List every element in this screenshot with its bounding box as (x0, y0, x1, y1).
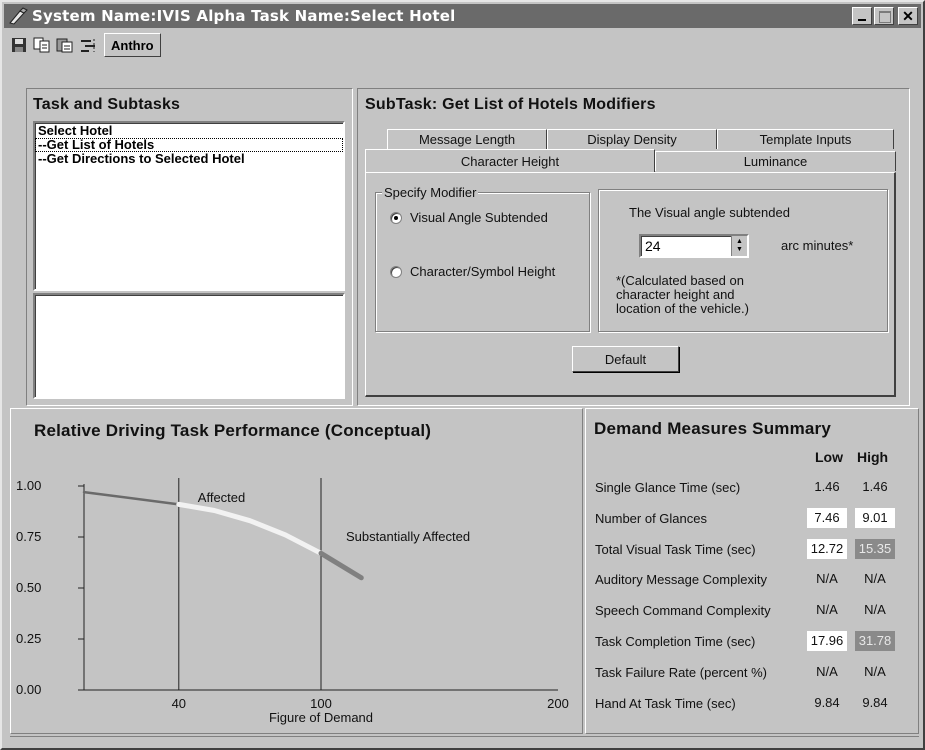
app-icon (9, 7, 28, 25)
option-visual-angle[interactable]: Visual Angle Subtended (390, 210, 548, 225)
tasks-panel-title: Task and Subtasks (33, 96, 181, 113)
summary-low-value: N/A (816, 663, 838, 679)
summary-row-label: Single Glance Time (sec) (595, 480, 741, 495)
chart-title: Relative Driving Task Performance (Conce… (34, 421, 432, 440)
summary-row-label: Hand At Task Time (sec) (595, 695, 736, 711)
tab-message-length[interactable]: Message Length (387, 129, 547, 149)
task-item-select-hotel[interactable]: Select Hotel (35, 124, 343, 138)
copy-icon[interactable] (31, 34, 53, 56)
spinner-arrows-icon[interactable]: ▲ ▼ (731, 236, 747, 256)
option-visual-angle-label: Visual Angle Subtended (410, 210, 548, 225)
summary-low-value: 7.46 (807, 507, 847, 528)
summary-high-value: N/A (864, 602, 886, 618)
unit-label: arc minutes* (781, 238, 854, 253)
y-tick-label: 0.00 (16, 682, 41, 697)
specify-modifier-legend: Specify Modifier (382, 185, 479, 200)
default-button[interactable]: Default (572, 346, 679, 372)
tab-template-inputs-label: Template Inputs (759, 132, 852, 147)
summary-low-value: 12.72 (807, 538, 847, 559)
y-tick-label: 0.25 (16, 631, 41, 646)
summary-low-value: N/A (816, 571, 838, 587)
tab-message-length-label: Message Length (418, 132, 516, 147)
y-tick-label: 1.00 (16, 478, 41, 493)
column-header-high: High (857, 449, 889, 465)
summary-high-value: 9.01 (855, 507, 895, 528)
window-title: System Name:IVIS Alpha Task Name:Select … (32, 7, 456, 25)
region-label-affected: Affected (198, 490, 245, 505)
radio-char-height[interactable] (390, 265, 402, 278)
task-item-get-directions[interactable]: --Get Directions to Selected Hotel (35, 152, 343, 166)
minimize-button[interactable] (852, 7, 872, 25)
summary-row-label: Total Visual Task Time (sec) (595, 541, 756, 557)
summary-title: Demand Measures Summary (594, 419, 832, 438)
summary-low-value: 17.96 (807, 631, 847, 651)
summary-low-value: 1.46 (814, 479, 840, 494)
x-tick-label: 40 (172, 696, 186, 711)
task-item-get-list[interactable]: --Get List of Hotels (35, 138, 343, 152)
visual-angle-label: The Visual angle subtended (629, 205, 790, 220)
chart-x-axis-label: Figure of Demand (269, 710, 373, 725)
subtask-panel-title: SubTask: Get List of Hotels Modifiers (365, 96, 656, 113)
app-window: System Name:IVIS Alpha Task Name:Select … (0, 0, 925, 750)
performance-curve-segment (176, 501, 324, 556)
summary-row-label: Speech Command Complexity (595, 603, 771, 619)
paste-icon[interactable] (54, 34, 76, 56)
y-tick-label: 0.75 (16, 529, 41, 544)
save-icon[interactable] (8, 34, 30, 56)
summary-high-value: N/A (864, 663, 886, 679)
summary-high-value: 9.84 (862, 694, 888, 710)
task-list[interactable]: Select Hotel --Get List of Hotels --Get … (33, 121, 345, 291)
summary-row-label: Number of Glances (595, 510, 707, 526)
region-label-substantial: Substantially Affected (346, 529, 470, 544)
note-line-3: location of the vehicle.) (616, 301, 749, 316)
anthro-button[interactable]: Anthro (104, 33, 161, 57)
x-tick-label: 200 (547, 696, 569, 711)
title-bar[interactable]: System Name:IVIS Alpha Task Name:Select … (4, 4, 921, 28)
summary-high-value: 31.78 (855, 631, 895, 651)
adjust-icon[interactable] (77, 34, 99, 56)
performance-curve-segment (318, 550, 364, 581)
summary-row-label: Auditory Message Complexity (595, 572, 767, 588)
summary-row-label: Task Failure Rate (percent %) (595, 664, 767, 680)
summary-low-value: 9.84 (814, 694, 840, 710)
tab-character-height[interactable]: Character Height (365, 149, 655, 173)
summary-low-value: N/A (816, 602, 838, 618)
status-bar (10, 736, 919, 748)
note-line-1: *(Calculated based on (616, 273, 744, 288)
tab-display-density-label: Display Density (587, 132, 677, 147)
maximize-button[interactable] (874, 7, 894, 25)
tab-luminance-label: Luminance (743, 154, 808, 169)
column-header-low: Low (815, 449, 843, 465)
performance-curve-segment (82, 490, 181, 506)
tab-luminance[interactable]: Luminance (655, 151, 896, 171)
option-char-height[interactable]: Character/Symbol Height (390, 264, 555, 279)
tab-template-inputs[interactable]: Template Inputs (717, 129, 894, 149)
summary-high-value: 1.46 (862, 479, 888, 494)
visual-angle-spinner[interactable]: 24 ▲ ▼ (639, 234, 749, 258)
summary-row-label: Task Completion Time (sec) (595, 634, 756, 649)
tab-display-density[interactable]: Display Density (547, 129, 717, 149)
close-button[interactable]: ✕ (898, 7, 918, 25)
note-line-2: character height and (616, 287, 735, 302)
summary-high-value: 15.35 (855, 538, 895, 559)
performance-chart: 0.00 0.25 0.50 0.75 1.00 40 100 200 Affected Su… (16, 478, 569, 725)
task-detail-box[interactable] (33, 293, 345, 399)
summary-high-value: N/A (864, 571, 886, 587)
radio-visual-angle[interactable] (390, 211, 402, 224)
toolbar: Anthro (8, 32, 161, 58)
option-char-height-label: Character/Symbol Height (410, 264, 556, 279)
visual-angle-value: 24 (645, 238, 661, 254)
tab-character-height-label: Character Height (460, 154, 560, 169)
y-tick-label: 0.50 (16, 580, 41, 595)
x-tick-label: 100 (310, 696, 332, 711)
